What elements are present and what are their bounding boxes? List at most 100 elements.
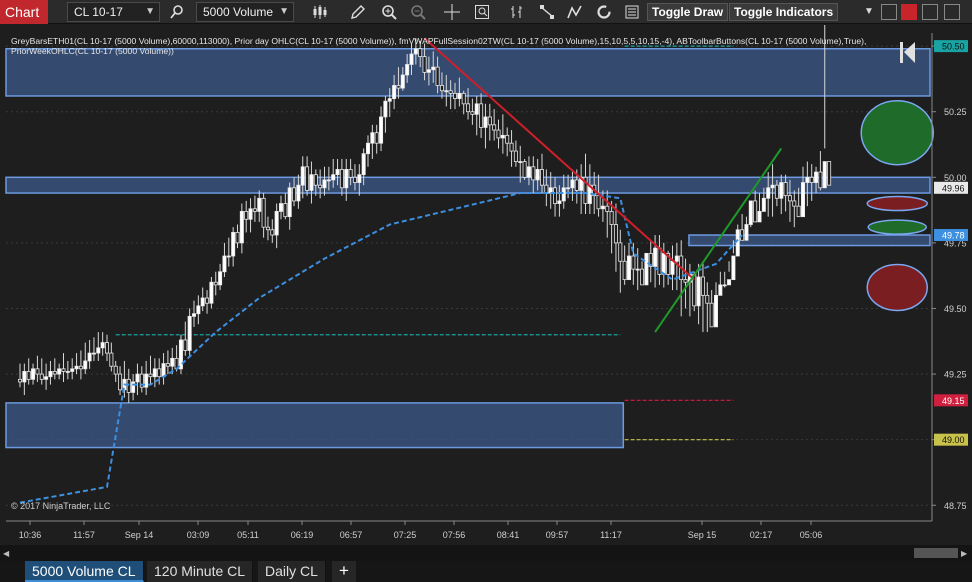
candle — [766, 187, 771, 199]
candle — [461, 92, 466, 105]
candle — [422, 56, 427, 73]
candle — [83, 360, 88, 370]
candle — [718, 284, 723, 296]
instrument-selector[interactable]: CL 10-17 ▼ — [67, 2, 160, 22]
pencil-icon[interactable] — [348, 2, 368, 22]
indicators-icon[interactable] — [507, 2, 527, 22]
candle — [596, 195, 601, 210]
candle — [365, 142, 370, 155]
data-box-icon[interactable] — [472, 2, 492, 22]
candle — [618, 242, 623, 262]
candle — [722, 284, 727, 287]
tab-daily-cl[interactable]: Daily CL — [258, 561, 326, 582]
properties-icon[interactable] — [622, 2, 642, 22]
time-tick-label: 11:17 — [600, 530, 622, 540]
candle — [505, 134, 510, 144]
dropdown-icon[interactable]: ▼ — [859, 2, 879, 22]
reload-icon[interactable] — [594, 2, 614, 22]
candle — [483, 116, 488, 128]
search-icon[interactable] — [167, 2, 187, 22]
candle — [457, 92, 462, 99]
ellipse-marker — [860, 99, 934, 166]
time-tick-label: 06:57 — [340, 530, 363, 540]
candle — [426, 69, 431, 73]
time-tick-label: 05:06 — [800, 530, 823, 540]
instrument-value: CL 10-17 — [74, 5, 123, 19]
candle — [479, 103, 484, 128]
candle — [235, 231, 240, 244]
time-tick-label: Sep 14 — [125, 530, 154, 540]
candle — [814, 171, 819, 183]
drawing-tools-icon[interactable] — [565, 2, 585, 22]
crosshair-icon[interactable] — [442, 2, 462, 22]
candle — [392, 85, 397, 99]
candle — [396, 85, 401, 89]
candle — [540, 169, 545, 186]
candle — [383, 100, 388, 118]
maximize-button[interactable] — [922, 4, 938, 20]
chart-tab-bar: 5000 Volume CL 120 Minute CL Daily CL + — [0, 561, 972, 582]
candle — [239, 211, 244, 244]
scrollbar-track[interactable]: ◀ ▶ — [0, 545, 972, 561]
candle — [61, 368, 66, 372]
bar-type-selector[interactable]: 5000 Volume ▼ — [196, 2, 294, 22]
candle — [705, 294, 710, 304]
bar-style-icon[interactable] — [310, 2, 330, 22]
zoom-in-icon[interactable] — [379, 2, 399, 22]
candle — [553, 187, 558, 204]
candle — [226, 255, 231, 258]
candle — [513, 150, 518, 162]
candle — [566, 187, 571, 190]
candle — [296, 184, 301, 202]
candle — [191, 313, 196, 317]
candle — [344, 169, 349, 189]
toggle-draw-button[interactable]: Toggle Draw — [647, 3, 729, 21]
candle — [470, 111, 475, 115]
candle — [605, 205, 610, 212]
candle — [135, 373, 140, 383]
strategies-icon[interactable] — [537, 2, 557, 22]
bar-type-value: 5000 Volume — [203, 5, 274, 19]
close-button[interactable] — [944, 4, 960, 20]
candle — [727, 279, 732, 286]
zoom-out-icon[interactable] — [408, 2, 428, 22]
candle — [644, 252, 649, 286]
chart-panel[interactable]: 50.5050.2550.0049.7549.5049.2549.0048.75… — [0, 25, 972, 545]
tab-5000-volume-cl[interactable]: 5000 Volume CL — [25, 561, 144, 582]
candle — [683, 279, 688, 283]
price-zone — [688, 234, 931, 247]
scrollbar-thumb[interactable] — [914, 548, 958, 558]
candle — [326, 179, 331, 182]
candle — [822, 161, 827, 189]
scroll-left-icon[interactable]: ◀ — [3, 549, 9, 558]
candle — [661, 252, 666, 275]
candle — [696, 276, 701, 307]
add-tab-button[interactable]: + — [332, 561, 356, 582]
price-tick-label: 48.75 — [944, 501, 967, 511]
candle — [157, 368, 162, 378]
toggle-indicators-button[interactable]: Toggle Indicators — [729, 3, 839, 21]
candle — [757, 211, 762, 223]
candle — [44, 376, 49, 380]
candle — [222, 255, 227, 273]
price-chart[interactable]: 50.5050.2550.0049.7549.5049.2549.0048.75… — [0, 25, 972, 545]
copyright-text: © 2017 NinjaTrader, LLC — [11, 501, 111, 511]
candle — [526, 166, 531, 178]
candle — [805, 176, 810, 183]
candle — [248, 208, 253, 220]
tab-120-minute-cl[interactable]: 120 Minute CL — [147, 561, 254, 582]
red-window-button[interactable] — [901, 4, 917, 20]
candle — [35, 368, 40, 375]
chart-menu-button[interactable]: Chart — [0, 0, 48, 24]
candle — [270, 229, 275, 236]
candle — [809, 176, 814, 183]
candle — [674, 255, 679, 262]
minimize-button[interactable] — [881, 4, 897, 20]
candle — [218, 271, 223, 286]
price-marker-label: 50.50 — [942, 42, 965, 52]
scroll-right-icon[interactable]: ▶ — [961, 549, 967, 558]
price-marker-label: 49.15 — [942, 396, 965, 406]
candle — [792, 200, 797, 207]
candle — [500, 134, 505, 139]
candle — [492, 124, 497, 131]
